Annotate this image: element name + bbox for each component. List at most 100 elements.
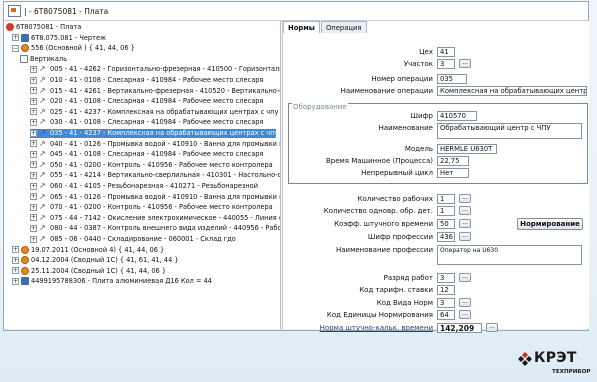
expand-toggle-icon[interactable]: + xyxy=(30,76,37,84)
normtype-browse-button[interactable]: ... xyxy=(459,298,471,307)
tree-node[interactable]: +4499195788306 - Плита алюминиевая Д16 К… xyxy=(12,277,212,286)
tree-node-label: 005 - 41 - 4262 - Горизонтально-фрезерна… xyxy=(50,65,281,74)
expand-toggle-icon[interactable]: + xyxy=(30,224,37,232)
expand-toggle-icon[interactable]: − xyxy=(12,44,19,52)
expand-toggle-icon[interactable]: + xyxy=(30,203,37,211)
tree-node[interactable]: +04.12.2004 (Сводный 1С) { 41, 61, 41, 4… xyxy=(12,256,179,265)
expand-toggle-icon[interactable]: + xyxy=(30,108,37,116)
product-tree[interactable]: 6T8075081 - Плата +6T8.075.081 - Чертеж −5… xyxy=(4,21,281,329)
expand-toggle-icon[interactable]: + xyxy=(30,140,37,148)
profession-code-field[interactable]: 436 xyxy=(437,232,455,242)
equipment-code-label: Шифр xyxy=(410,112,433,120)
tree-node[interactable]: + ↗ 055 - 41 - 4214 - Вертикально-сверлиль… xyxy=(30,170,280,180)
tree-node[interactable]: + ↗ 010 - 41 - 0108 - Слесарная - 410984 -… xyxy=(30,76,263,85)
tree-node[interactable]: − 556 (Основной ) { 41, 44, 06 } xyxy=(12,44,135,53)
orange-version-icon xyxy=(21,44,29,53)
profession-code-label: Шифр профессии xyxy=(367,233,433,241)
workers-browse-button[interactable]: ... xyxy=(459,194,471,203)
expand-toggle-icon[interactable]: + xyxy=(30,193,37,201)
tab-norms[interactable]: Нормы xyxy=(283,21,320,33)
expand-toggle-icon[interactable]: + xyxy=(30,171,37,179)
tab-operation[interactable]: Операция xyxy=(320,21,367,33)
tree-node[interactable]: + ↗ 080 - 44 - 0387 - Контроль внешнего ви… xyxy=(30,224,280,233)
expand-toggle-icon[interactable]: + xyxy=(30,214,37,222)
section-field[interactable]: 3 xyxy=(437,59,455,69)
tree-node[interactable]: + ↗ 065 - 41 - 0126 - Промывка водой - 410… xyxy=(30,192,280,202)
profession-browse-button[interactable]: ... xyxy=(459,232,471,241)
expand-toggle-icon[interactable]: + xyxy=(30,161,37,169)
tree-node[interactable]: 6T8075081 - Плата xyxy=(6,23,81,32)
coef-browse-button[interactable]: ... xyxy=(459,219,471,228)
expand-toggle-icon[interactable]: + xyxy=(12,34,19,42)
tree-node[interactable]: + ↗ 025 - 41 - 4237 - Комплексная на обраб… xyxy=(30,106,279,117)
expand-toggle-icon[interactable]: + xyxy=(12,267,19,275)
normunit-browse-button[interactable]: ... xyxy=(459,310,471,319)
tree-node-label: 19.07.2011 (Основной 4) { 41, 44, 06 } xyxy=(31,245,165,254)
tree-node[interactable]: + ↗ 040 - 41 - 0126 - Промывка водой - 410… xyxy=(30,139,280,149)
expand-toggle-icon[interactable]: + xyxy=(30,129,37,137)
expand-toggle-icon[interactable]: + xyxy=(30,87,37,95)
equipment-name-field[interactable]: Обрабатывающий центр с ЧПУ xyxy=(437,123,582,139)
tree-node[interactable]: + ↗ 075 - 44 - 7142 - Окисление электрохим… xyxy=(30,213,280,223)
section-label: Участок xyxy=(403,60,433,68)
profession-name-field[interactable]: Оператор на U630 xyxy=(437,245,582,265)
machine-time-field[interactable]: 22,75 xyxy=(437,156,469,166)
opnum-field[interactable]: 035 xyxy=(437,74,467,84)
expand-toggle-icon[interactable]: + xyxy=(30,118,37,126)
equipment-model-field[interactable]: HERMLE U630T xyxy=(437,144,497,154)
parts-label: Количество одновр. обр. дет. xyxy=(323,207,433,215)
expand-toggle-icon[interactable]: + xyxy=(12,246,19,254)
workers-field[interactable]: 1 xyxy=(437,194,455,204)
tree-node-label: 6T8.075.081 - Чертеж xyxy=(31,33,106,42)
tree-node[interactable]: Вертикаль xyxy=(20,54,67,64)
tree-node[interactable]: + ↗ 050 - 41 - 0200 - Контроль - 410956 - … xyxy=(30,160,273,170)
normtype-label: Код Вида Норм xyxy=(376,299,433,307)
tree-node-label: 060 - 41 - 4105 - Резьбонарезная - 41027… xyxy=(50,182,258,190)
expand-toggle-icon[interactable]: + xyxy=(30,97,37,105)
tree-node-label: 6T8075081 - Плата xyxy=(16,23,82,31)
expand-toggle-icon[interactable]: + xyxy=(30,150,37,158)
tree-node[interactable]: + ↗ 030 - 41 - 0108 - Слесарная - 410984 -… xyxy=(30,118,263,127)
equipment-code-field[interactable]: 410570 xyxy=(437,111,477,121)
tree-node-selected[interactable]: + ↗ 035 - 41 - 4237 - Комплексная на обраб… xyxy=(30,129,278,138)
grade-field[interactable]: 3 xyxy=(437,273,455,283)
workers-label: Количество рабочих xyxy=(357,195,433,203)
piece-time-browse-button[interactable]: ... xyxy=(486,323,498,332)
continuous-cycle-field[interactable]: Нет xyxy=(437,168,469,178)
tree-node[interactable]: + ↗ 060 - 41 - 4105 - Резьбонарезная - 410… xyxy=(30,182,258,191)
tree-node[interactable]: + ↗ 015 - 41 - 4261 - Вертикально-фрезерна… xyxy=(30,86,280,96)
expand-toggle-icon[interactable]: + xyxy=(30,182,37,190)
section-browse-button[interactable]: ... xyxy=(459,59,471,68)
tree-node[interactable]: +6T8.075.081 - Чертеж xyxy=(12,33,106,43)
tree-node[interactable]: + ↗ 070 - 41 - 0200 - Контроль - 410956 - … xyxy=(30,203,273,212)
parts-field[interactable]: 1 xyxy=(437,206,455,216)
expand-toggle-icon[interactable]: + xyxy=(12,277,19,285)
grade-browse-button[interactable]: ... xyxy=(459,273,471,282)
tree-node[interactable]: +25.11.2004 (Сводный 1С) { 41, 44, 06 } xyxy=(12,266,166,276)
logo-name: КРЭТ xyxy=(534,350,577,366)
normalize-button[interactable]: Нормирование xyxy=(517,218,583,230)
title-bar: | - 6T8075081 - Плата xyxy=(4,2,588,21)
normtype-field[interactable]: 3 xyxy=(437,298,455,308)
expand-toggle-icon[interactable]: + xyxy=(30,65,37,73)
operation-icon: ↗ xyxy=(39,170,46,180)
tree-node[interactable]: + ↗ 005 - 41 - 4262 - Горизонтально-фрезер… xyxy=(30,65,281,74)
normunit-field[interactable]: 64 xyxy=(437,310,455,320)
opname-label: Наименование операции xyxy=(340,87,433,95)
expand-toggle-icon[interactable]: + xyxy=(12,256,19,264)
tree-node[interactable]: + ↗ 085 - 06 - 0440 - Складирование - 0600… xyxy=(30,235,236,244)
piece-time-link[interactable]: Норма штучно-кальк. времени xyxy=(283,323,433,333)
parts-browse-button[interactable]: ... xyxy=(459,206,471,215)
piece-time-field[interactable]: 142,209 xyxy=(437,323,482,333)
opname-field[interactable]: Комплексная на обрабатывающих центрах с xyxy=(437,86,587,96)
operation-icon: ↗ xyxy=(39,106,46,116)
tree-node-label: 010 - 41 - 0108 - Слесарная - 410984 - Р… xyxy=(50,76,264,84)
tree-node[interactable]: + ↗ 045 - 41 - 0108 - Слесарная - 410984 -… xyxy=(30,150,263,159)
workshop-field[interactable]: 41 xyxy=(437,47,455,57)
tree-node[interactable]: + ↗ 020 - 41 - 0108 - Слесарная - 410984 -… xyxy=(30,97,263,106)
tariff-field[interactable]: 12 xyxy=(437,285,455,295)
expand-toggle-icon[interactable]: + xyxy=(30,235,37,243)
tree-node[interactable]: +19.07.2011 (Основной 4) { 41, 44, 06 } xyxy=(12,245,165,255)
tree-node-label: 025 - 41 - 4237 - Комплексная на обрабат… xyxy=(50,107,279,116)
coef-field[interactable]: 50 xyxy=(437,219,455,229)
